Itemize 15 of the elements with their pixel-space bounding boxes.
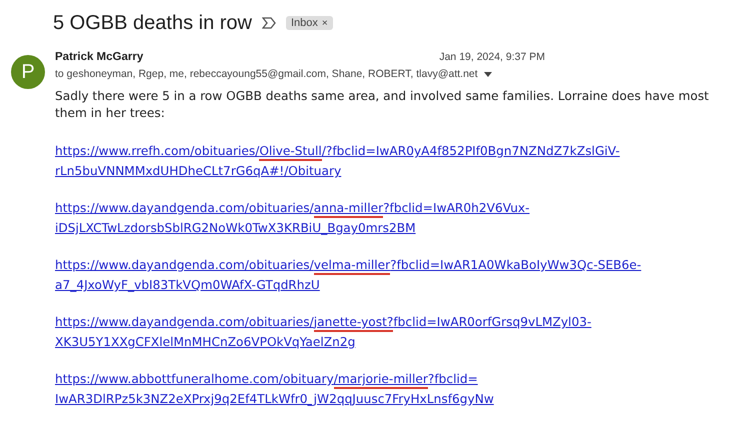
email-subject: 5 OGBB deaths in row [53,12,252,34]
sender-avatar: P [11,55,45,89]
message-date: Jan 19, 2024, 9:37 PM [439,51,545,63]
obituary-link[interactable]: https://www.dayandgenda.com/obituaries/velma-miller?fbclid=IwAR1A0WkaBoIyWw3Qc-SEB6e- a7_4JxoWyF_vbI83TkVQm0WAfX-GTqdRhzU [55,255,715,295]
remove-label-button[interactable]: × [322,18,328,28]
recipients-list: to geshoneyman, Rgep, me, rebeccayoung55@gmail.com, Shane, ROBERT, tlavy@att.net [55,68,478,80]
obituary-link[interactable]: https://www.dayandgenda.com/obituaries/janette-yost?fbclid=IwAR0orfGrsq9vLMZyl03- XK3U5Y1XXgCFXlelMnMHCnZo6VPOkVqYaelZn2g [55,312,715,352]
sender-name: Patrick McGarry [55,51,144,63]
obituary-link[interactable]: https://www.abbottfuneralhome.com/obituary/marjorie-miller?fbclid= IwAR3DlRPz5k3NZ2eXPrxj9q2Ef4TLkWfr0_jW2qqJuusc7FryHxLnsf6gyNw [55,369,715,409]
message-body: Sadly there were 5 in a row OGBB deaths same area, and involved same families. Lorraine does have most them in her trees: [55,88,710,122]
dropdown-caret-icon[interactable] [484,72,492,76]
obituary-link[interactable]: https://www.rrefh.com/obituaries/Olive-Stull/?fbclid=IwAR0yA4f852PIf0Bgn7NZNdZ7kZslGiV- rLn5buVNNMMxdUHDheCLt7rG6qA#!/Obituary [55,141,715,181]
inbox-label-chip: Inbox × [286,16,333,30]
importance-marker-icon[interactable] [262,17,276,29]
obituary-link[interactable]: https://www.dayandgenda.com/obituaries/anna-miller?fbclid=IwAR0h2V6Vux- iDSjLXCTwLzdorsbSblRG2NoWk0TwX3KRBiU_Bgay0mrs2BM [55,198,715,238]
